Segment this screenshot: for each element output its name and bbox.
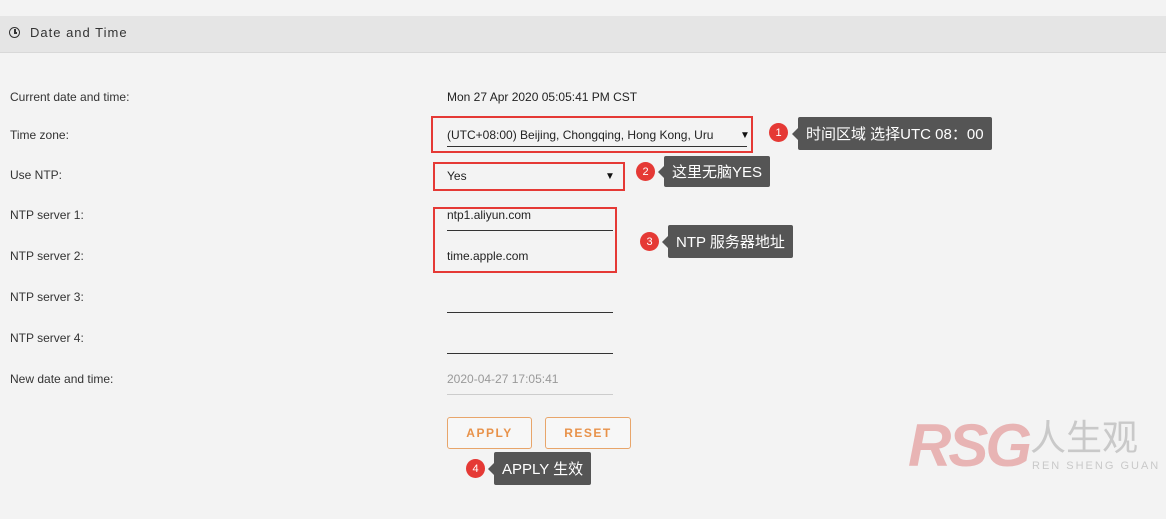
watermark-logo: RSG 人生观 REN SHENG GUAN: [908, 412, 1164, 480]
use-ntp-label: Use NTP:: [10, 168, 63, 182]
new-datetime-underline: [447, 394, 613, 395]
ntp-server-3-label: NTP server 3:: [10, 290, 84, 304]
ntp-server-3-input[interactable]: [447, 288, 613, 312]
clock-icon: [9, 27, 20, 38]
new-datetime-input[interactable]: 2020-04-27 17:05:41: [447, 370, 613, 394]
current-datetime-label: Current date and time:: [10, 90, 130, 104]
watermark-en: REN SHENG GUAN: [1032, 460, 1161, 472]
annotation-number-2: 2: [636, 162, 655, 181]
ntp-server-2-label: NTP server 2:: [10, 249, 84, 263]
annotation-number-1: 1: [769, 123, 788, 142]
highlight-box-3: [433, 207, 617, 273]
reset-button[interactable]: RESET: [545, 417, 631, 449]
apply-button[interactable]: APPLY: [447, 417, 532, 449]
watermark-cn: 人生观: [1030, 417, 1139, 458]
section-title: Date and Time: [30, 25, 128, 40]
section-header: Date and Time: [0, 16, 1166, 53]
highlight-box-1: [431, 116, 753, 153]
annotation-callout-2: 这里无脑YES: [657, 156, 771, 187]
annotation-number-3: 3: [640, 232, 659, 251]
new-datetime-label: New date and time:: [10, 372, 114, 386]
ntp-server-4-label: NTP server 4:: [10, 331, 84, 345]
new-datetime-placeholder: 2020-04-27 17:05:41: [447, 372, 559, 386]
annotation-number-4: 4: [466, 459, 485, 478]
current-datetime-value: Mon 27 Apr 2020 05:05:41 PM CST: [447, 90, 638, 104]
timezone-label: Time zone:: [10, 128, 69, 142]
annotation-callout-4: APPLY 生效: [487, 452, 592, 485]
highlight-box-2: [433, 162, 625, 191]
annotation-callout-3: NTP 服务器地址: [662, 225, 793, 258]
annotation-callout-1: 时间区域 选择UTC 08：00: [792, 117, 992, 150]
watermark-rsg: RSG: [908, 412, 1032, 479]
ntp-server-3-underline: [447, 312, 613, 313]
ntp-server-4-underline: [447, 353, 613, 354]
ntp-server-4-input[interactable]: [447, 329, 613, 353]
ntp-server-1-label: NTP server 1:: [10, 208, 84, 222]
